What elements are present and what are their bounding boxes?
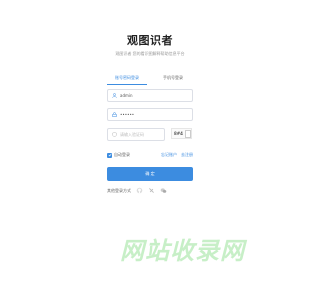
- alipay-icon[interactable]: [148, 187, 155, 194]
- username-field: [107, 89, 193, 102]
- other-login-label: 其他登录方式: [107, 187, 131, 193]
- username-input[interactable]: [117, 90, 192, 101]
- auth-links: 忘记账户 去注册: [161, 152, 193, 158]
- captcha-image[interactable]: 8#4: [171, 128, 192, 139]
- captcha-text: 8#4: [174, 131, 183, 136]
- register-link[interactable]: 去注册: [181, 152, 193, 158]
- check-icon: [108, 153, 111, 157]
- remember-checkbox[interactable]: [107, 152, 112, 158]
- tab-account-login[interactable]: 账号密码登录: [107, 74, 147, 85]
- captcha-input[interactable]: [117, 129, 164, 140]
- password-field: [107, 108, 193, 121]
- wechat-icon[interactable]: [160, 187, 167, 194]
- captcha-field: [107, 128, 165, 141]
- page-subtitle: 观图识者 您的看识图解释帮助信息平台: [115, 51, 185, 56]
- submit-button[interactable]: 确 定: [107, 167, 193, 181]
- watermark: 网站收录网: [120, 233, 272, 265]
- watermark-text: 网站收录网: [120, 236, 245, 265]
- other-login: 其他登录方式: [107, 187, 167, 194]
- captcha-refresh-box[interactable]: [184, 129, 191, 138]
- page-title: 观图识者: [127, 34, 173, 47]
- login-tabs: 账号密码登录 手机号登录: [107, 74, 193, 86]
- tab-phone-login[interactable]: 手机号登录: [153, 74, 193, 85]
- remember-label: 自动登录: [114, 152, 130, 157]
- password-input[interactable]: [117, 109, 192, 120]
- github-icon[interactable]: [136, 187, 143, 194]
- forgot-account-link[interactable]: 忘记账户: [161, 152, 177, 158]
- remember-me[interactable]: 自动登录: [107, 152, 130, 158]
